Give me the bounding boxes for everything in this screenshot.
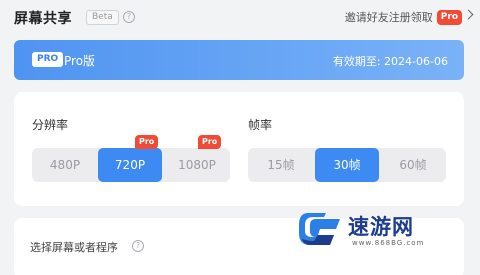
help-icon[interactable]: ?	[123, 11, 135, 23]
resolution-option-720p[interactable]: 720P	[98, 148, 162, 182]
resolution-label: 分辨率	[32, 118, 69, 132]
resolution-option-1080p[interactable]: 1080P	[164, 148, 230, 182]
invite-link[interactable]: 邀请好友注册领取 Pro	[345, 9, 462, 25]
expiry-date: 有效期至: 2024-06-06	[332, 55, 448, 68]
watermark-url: www.868BG.com	[352, 239, 425, 247]
watermark: 速游网 www.868BG.com	[296, 205, 466, 253]
framerate-option-30[interactable]: 30帧	[315, 148, 379, 182]
invite-text: 邀请好友注册领取	[344, 11, 433, 24]
pro-tag: PRO	[32, 52, 64, 67]
pro-badge-1080p: Pro	[198, 135, 222, 149]
resolution-selector: 480P 720P 1080P	[32, 148, 230, 182]
framerate-option-15[interactable]: 15帧	[248, 148, 314, 182]
pro-banner: PRO Pro版 有效期至: 2024-06-06	[14, 40, 464, 80]
framerate-option-60[interactable]: 60帧	[380, 148, 446, 182]
invite-pro-badge: Pro	[436, 9, 462, 25]
framerate-label: 帧率	[248, 118, 273, 132]
watermark-logo-icon	[299, 213, 340, 245]
pro-badge-720p: Pro	[135, 135, 159, 149]
chevron-right-icon[interactable]	[463, 9, 474, 20]
framerate-selector: 15帧 30帧 60帧	[248, 148, 446, 182]
settings-card: 分辨率 480P 720P 1080P Pro Pro 帧率 15帧 30帧 6…	[14, 92, 464, 206]
source-help-icon[interactable]: ?	[132, 240, 144, 252]
beta-badge: Beta	[86, 10, 119, 25]
resolution-option-480p[interactable]: 480P	[32, 148, 98, 182]
watermark-text: 速游网	[348, 216, 414, 239]
page-title: 屏幕共享	[14, 11, 72, 27]
header: 屏幕共享 Beta ? 邀请好友注册领取 Pro	[0, 0, 480, 34]
banner-label: Pro版	[64, 54, 96, 68]
source-label: 选择屏幕或者程序	[30, 241, 118, 254]
